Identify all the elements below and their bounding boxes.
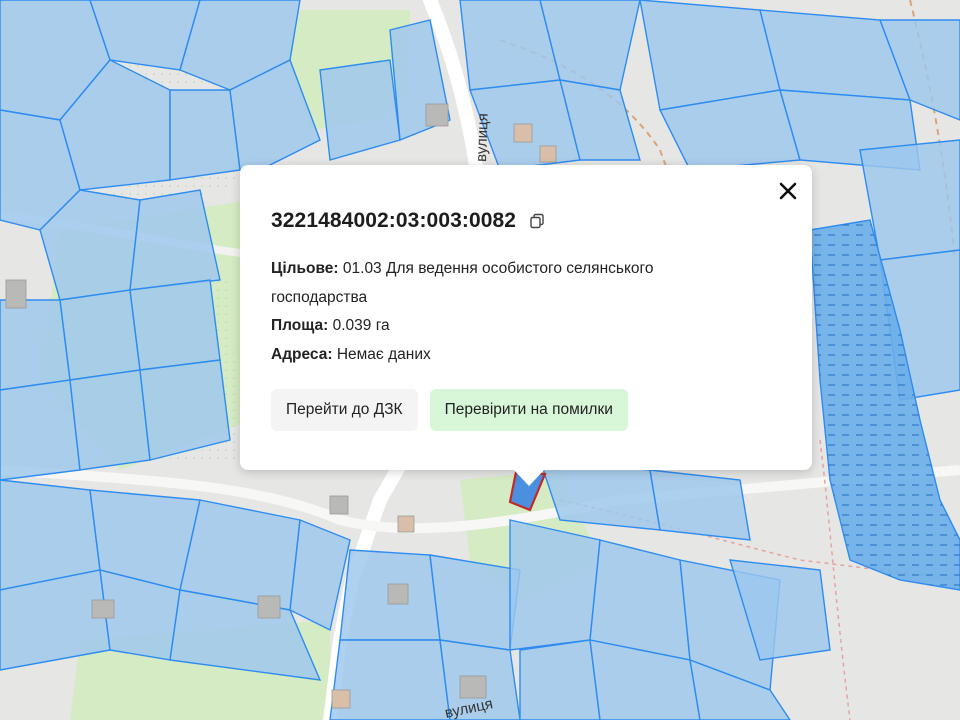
- popup-actions: Перейти до ДЗК Перевірити на помилки: [271, 389, 628, 431]
- go-to-dzk-button[interactable]: Перейти до ДЗК: [271, 389, 418, 431]
- area-label: Площа:: [271, 317, 329, 334]
- street-label-north: вулиця: [473, 113, 492, 162]
- copy-icon: [530, 213, 544, 229]
- address-row: Адреса: Немає даних: [271, 341, 741, 370]
- purpose-row: Цільове: 01.03 Для ведення особистого се…: [271, 255, 741, 312]
- popup-title-row: 3221484002:03:003:0082: [271, 209, 546, 233]
- popup-pointer: [512, 468, 546, 486]
- area-row: Площа: 0.039 га: [271, 312, 741, 341]
- copy-button[interactable]: [528, 212, 546, 230]
- area-value: 0.039 га: [332, 317, 390, 334]
- parcel-info-popup: 3221484002:03:003:0082 Цільове: 01.03 Дл…: [240, 165, 812, 470]
- close-button[interactable]: [774, 177, 802, 205]
- close-icon: [779, 182, 797, 200]
- parcel-details: Цільове: 01.03 Для ведення особистого се…: [271, 255, 741, 369]
- address-label: Адреса:: [271, 345, 333, 363]
- address-value: Немає даних: [336, 345, 431, 363]
- cadastral-number: 3221484002:03:003:0082: [271, 209, 517, 232]
- purpose-label: Цільове:: [271, 260, 339, 277]
- check-errors-button[interactable]: Перевірити на помилки: [429, 389, 628, 431]
